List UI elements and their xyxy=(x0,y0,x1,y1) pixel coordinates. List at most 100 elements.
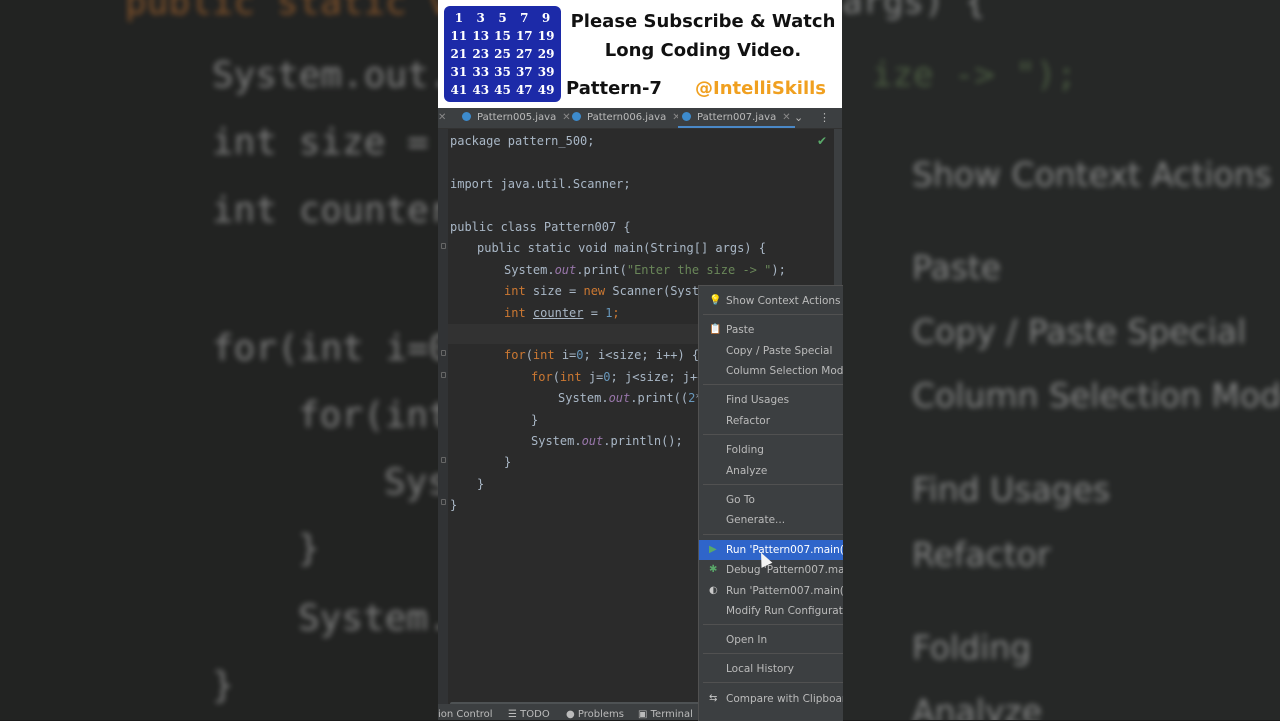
grid-number: 15 xyxy=(494,29,511,43)
fold-marker-icon[interactable] xyxy=(441,499,446,505)
number-literal: 0 xyxy=(603,370,611,384)
fold-marker-icon[interactable] xyxy=(441,350,446,356)
tab-label: Terminal xyxy=(650,709,693,720)
code-token: counter xyxy=(532,306,584,320)
fold-marker-icon[interactable] xyxy=(441,457,446,463)
list-icon: ☰ xyxy=(508,709,521,720)
banner-pattern-label: Pattern-7 xyxy=(566,78,662,99)
menu-item-label: Copy / Paste Special xyxy=(726,345,833,357)
bg-line: Sys xyxy=(384,462,438,503)
grid-number: 7 xyxy=(520,11,529,25)
tab-label: Pattern007.java xyxy=(697,112,777,123)
fold-marker-icon[interactable] xyxy=(441,372,446,378)
menu-item-label: Generate... xyxy=(726,514,786,526)
code-line: } xyxy=(531,412,538,428)
bg-menu-item: Show Context Actions xyxy=(912,155,1272,194)
menu-separator xyxy=(703,653,843,654)
close-icon[interactable]: ✕ xyxy=(562,112,570,123)
menu-item-run-main[interactable]: ▶ Run 'Pattern007.main()' xyxy=(699,540,843,560)
grid-number: 23 xyxy=(472,47,490,61)
bg-menu-item: Refactor xyxy=(912,535,1051,574)
bottom-tab-version-control[interactable]: ion Control xyxy=(438,709,493,720)
menu-item-find-usages[interactable]: Find Usages xyxy=(699,390,843,410)
menu-item-folding[interactable]: Folding xyxy=(699,440,843,460)
menu-item-show-context-actions[interactable]: 💡 Show Context Actions xyxy=(699,291,843,311)
bg-menu-item: Analyze xyxy=(912,692,1043,720)
tab-label: Problems xyxy=(577,709,624,720)
menu-item-open-in[interactable]: Open In xyxy=(699,630,843,650)
grid-number: 29 xyxy=(537,47,555,61)
tab-pattern005[interactable]: Pattern005.java ✕ xyxy=(462,108,571,128)
grid-number: 41 xyxy=(450,83,468,97)
menu-item-run-with-coverage[interactable]: ◐ Run 'Pattern007.main()' w xyxy=(699,581,843,601)
keyword: int xyxy=(504,306,526,320)
more-vertical-icon[interactable]: ⋮ xyxy=(819,108,830,128)
menu-item-label: Go To xyxy=(726,494,755,506)
tab-pattern007[interactable]: Pattern007.java ✕ xyxy=(678,108,795,128)
code-line: public class Pattern007 { xyxy=(450,219,631,235)
bottom-tab-terminal[interactable]: ▣ Terminal xyxy=(638,709,693,720)
code-token: i= xyxy=(554,348,577,362)
menu-item-generate[interactable]: Generate... xyxy=(699,510,843,530)
grid-number: 47 xyxy=(515,83,533,97)
close-icon[interactable]: ✕ xyxy=(782,112,790,123)
bottom-tab-problems[interactable]: ● Problems xyxy=(566,709,624,720)
menu-item-local-history[interactable]: Local History xyxy=(699,659,843,679)
code-line: System.out.print("Enter the size -> "); xyxy=(504,262,786,278)
menu-item-label: Column Selection Mode xyxy=(726,365,843,377)
menu-separator xyxy=(703,484,843,485)
editor-tab-bar: ✕ Pattern005.java ✕ Pattern006.java ✕ Patt… xyxy=(438,108,842,129)
context-menu: 💡 Show Context Actions 📋 Paste Copy / Past… xyxy=(698,285,843,721)
code-line: int size = new Scanner(Syster xyxy=(504,283,714,299)
menu-item-compare-with-clipboard[interactable]: ⇆ Compare with Clipboard xyxy=(699,689,843,709)
code-token: out xyxy=(581,434,604,448)
code-line: int counter = 1; xyxy=(504,305,620,321)
code-line: } xyxy=(504,454,511,470)
menu-item-go-to[interactable]: Go To xyxy=(699,490,843,510)
menu-separator xyxy=(703,534,843,535)
bg-line: public static v xyxy=(125,0,438,23)
code-token: System. xyxy=(531,434,582,448)
menu-item-paste[interactable]: 📋 Paste xyxy=(699,320,843,340)
menu-item-analyze[interactable]: Analyze xyxy=(699,461,843,481)
grid-number: 25 xyxy=(494,47,511,61)
import-statement: import java.util.Scanner; xyxy=(450,177,631,191)
code-token: size = xyxy=(525,284,584,298)
fold-marker-icon[interactable] xyxy=(441,243,446,249)
grid-number: 19 xyxy=(537,29,555,43)
banner-subscribe-text: Please Subscribe & Watch xyxy=(570,11,836,32)
code-token: ; xyxy=(612,306,620,320)
menu-separator xyxy=(703,434,843,435)
grid-number: 37 xyxy=(515,65,533,79)
menu-item-modify-run-configuration[interactable]: Modify Run Configuration xyxy=(699,601,843,621)
grid-number: 9 xyxy=(541,11,551,25)
grid-number: 5 xyxy=(498,11,507,25)
number-pattern-grid: 1 3 5 7 9 11 13 15 17 19 21 23 25 27 29 31 33 35 37 39 41 43 4… xyxy=(444,6,561,102)
number-literal: 0 xyxy=(576,348,584,362)
chevron-down-icon[interactable]: ⌄ xyxy=(794,108,803,128)
code-token: j= xyxy=(581,370,604,384)
menu-item-refactor[interactable]: Refactor xyxy=(699,411,843,431)
editor-gutter xyxy=(438,129,448,704)
code-token: } xyxy=(531,413,539,427)
grid-number: 45 xyxy=(494,83,511,97)
menu-item-column-selection-mode[interactable]: Column Selection Mode xyxy=(699,361,843,381)
code-token: ; j<size; j++ xyxy=(610,370,705,384)
code-token: out xyxy=(608,391,631,405)
tab-pattern006[interactable]: Pattern006.java ✕ xyxy=(572,108,681,128)
menu-item-copy-paste-special[interactable]: Copy / Paste Special xyxy=(699,341,843,361)
code-line: } xyxy=(477,476,484,492)
grid-number: 11 xyxy=(450,29,468,43)
menu-item-label: Run 'Pattern007.main()' w xyxy=(726,585,843,597)
menu-item-label: Paste xyxy=(726,324,755,336)
menu-separator xyxy=(703,624,843,625)
grid-number: 39 xyxy=(537,65,555,79)
bg-line: System. xyxy=(298,598,438,639)
bg-line: for(int xyxy=(298,395,438,436)
clipboard-icon: 📋 xyxy=(709,324,722,335)
bg-code-line: args) { xyxy=(842,0,986,22)
lightbulb-icon: 💡 xyxy=(709,295,722,306)
tab-overflow-close[interactable]: ✕ xyxy=(438,108,446,128)
bg-line: int size = xyxy=(212,122,429,163)
bottom-tab-todo[interactable]: ☰ TODO xyxy=(508,709,550,720)
